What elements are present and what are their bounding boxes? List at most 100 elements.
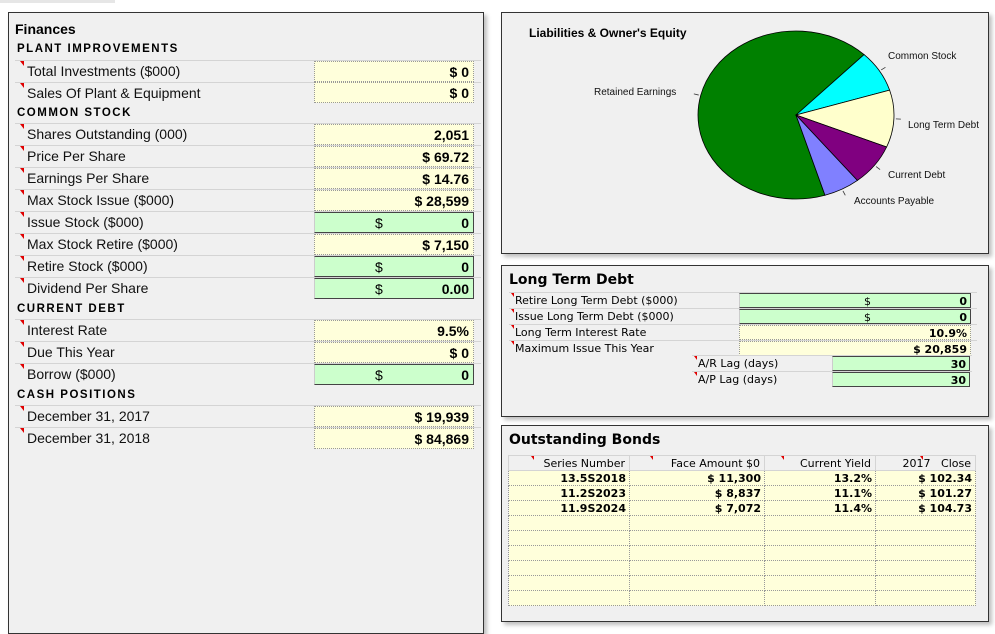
- label-retained-earnings: Retained Earnings: [594, 87, 676, 98]
- bond-cell-face-amount: $ 7,072: [630, 501, 765, 516]
- comment-marker-icon: [920, 456, 923, 460]
- bonds-table: Series Number Face Amount $0 Current Yie…: [508, 455, 976, 606]
- bond-cell-close-price: $ 102.34: [876, 471, 976, 486]
- max-issue-value: $ 20,859: [739, 341, 971, 356]
- bond-cell-current-yield: 13.2%: [765, 471, 876, 486]
- bond-cell-face-amount: [630, 591, 765, 606]
- interest-rate-value: 9.5%: [314, 320, 474, 341]
- header-close: 2017 Close: [876, 456, 976, 471]
- bond-cell-series-number: [509, 561, 630, 576]
- leader-line-accounts-payable: [843, 191, 845, 195]
- comment-marker-icon: [781, 456, 784, 460]
- section-stock: COMMON STOCK: [17, 107, 132, 119]
- bond-cell-close-price: $ 104.73: [876, 501, 976, 516]
- ap-lag-input[interactable]: 30: [832, 372, 970, 387]
- bond-cell-close-price: [876, 531, 976, 546]
- bond-cell-series-number: [509, 546, 630, 561]
- price-per-share-value: $ 69.72: [314, 146, 474, 167]
- bond-row: 11.9S2024$ 7,07211.4%$ 104.73: [509, 501, 976, 516]
- total-investments-value: $ 0: [314, 61, 474, 82]
- bond-cell-face-amount: [630, 531, 765, 546]
- bond-cell-close-price: [876, 516, 976, 531]
- section-current-debt: CURRENT DEBT: [17, 303, 126, 315]
- finances-panel: Finances PLANT IMPROVEMENTS Total Invest…: [8, 12, 484, 634]
- section-plant: PLANT IMPROVEMENTS: [17, 43, 179, 55]
- bond-cell-current-yield: 11.1%: [765, 486, 876, 501]
- max-stock-retire-value: $ 7,150: [314, 234, 474, 255]
- bond-cell-current-yield: [765, 546, 876, 561]
- ltd-rate-value: 10.9%: [739, 325, 971, 340]
- bond-row: [509, 576, 976, 591]
- bond-row: [509, 591, 976, 606]
- bond-row: 13.5S2018$ 11,30013.2%$ 102.34: [509, 471, 976, 486]
- bond-cell-current-yield: [765, 516, 876, 531]
- retire-ltd-input[interactable]: $0: [739, 293, 971, 308]
- long-term-debt-panel: Long Term Debt Retire Long Term Debt ($0…: [501, 265, 989, 417]
- row-retire-ltd: Retire Long Term Debt ($000) $0: [509, 292, 977, 309]
- bonds-title: Outstanding Bonds: [509, 432, 660, 448]
- label-long-term-debt: Long Term Debt: [908, 120, 979, 131]
- header-series-number: Series Number: [509, 456, 630, 471]
- leader-line-current-debt: [876, 167, 880, 170]
- ar-lag-input[interactable]: 30: [832, 356, 970, 371]
- row-ar-lag: A/R Lag (days) 30: [692, 355, 972, 372]
- sales-plant-value: $ 0: [314, 82, 474, 103]
- borrow-input[interactable]: $0: [314, 364, 474, 385]
- shares-outstanding-value: 2,051: [314, 124, 474, 145]
- bond-cell-face-amount: $ 8,837: [630, 486, 765, 501]
- bond-cell-face-amount: [630, 516, 765, 531]
- bond-cell-face-amount: [630, 561, 765, 576]
- issue-stock-input[interactable]: $0: [314, 212, 474, 233]
- bond-cell-series-number: [509, 531, 630, 546]
- pie-chart: [502, 13, 988, 253]
- bond-cell-close-price: [876, 591, 976, 606]
- bond-cell-current-yield: 11.4%: [765, 501, 876, 516]
- dec-2018-value: $ 84,869: [314, 428, 474, 449]
- comment-marker-icon: [650, 456, 653, 460]
- label-common-stock: Common Stock: [888, 51, 956, 62]
- bond-cell-series-number: [509, 591, 630, 606]
- bond-row: [509, 516, 976, 531]
- panel-title: Finances: [15, 21, 76, 37]
- header-face-amount: Face Amount $0: [630, 456, 765, 471]
- ltd-title: Long Term Debt: [509, 272, 634, 288]
- bond-cell-series-number: 11.9S2024: [509, 501, 630, 516]
- label-accounts-payable: Accounts Payable: [854, 196, 934, 207]
- bond-cell-current-yield: [765, 531, 876, 546]
- dec-2017-value: $ 19,939: [314, 406, 474, 427]
- row-ap-lag: A/P Lag (days) 30: [692, 371, 972, 388]
- max-stock-issue-value: $ 28,599: [314, 190, 474, 211]
- bond-cell-series-number: [509, 516, 630, 531]
- bond-cell-close-price: [876, 576, 976, 591]
- issue-ltd-input[interactable]: $0: [739, 309, 971, 324]
- sheet-tab[interactable]: [0, 0, 115, 3]
- comment-marker-icon: [531, 456, 534, 460]
- leader-line-retained-earnings: [694, 94, 699, 95]
- retire-stock-input[interactable]: $0: [314, 256, 474, 277]
- bond-row: [509, 531, 976, 546]
- bond-cell-close-price: $ 101.27: [876, 486, 976, 501]
- header-current-yield: Current Yield: [765, 456, 876, 471]
- bond-row: 11.2S2023$ 8,83711.1%$ 101.27: [509, 486, 976, 501]
- outstanding-bonds-panel: Outstanding Bonds Series Number Face Amo…: [501, 425, 989, 622]
- bond-cell-current-yield: [765, 576, 876, 591]
- due-this-year-value: $ 0: [314, 342, 474, 363]
- bond-row: [509, 561, 976, 576]
- label-current-debt: Current Debt: [888, 170, 945, 181]
- section-cash-positions: CASH POSITIONS: [17, 389, 136, 401]
- dividend-input[interactable]: $0.00: [314, 278, 474, 299]
- bond-cell-face-amount: [630, 546, 765, 561]
- bond-row: [509, 546, 976, 561]
- bond-cell-series-number: 13.5S2018: [509, 471, 630, 486]
- leader-line-common-stock: [881, 67, 885, 70]
- row-ltd-rate: Long Term Interest Rate 10.9%: [509, 324, 977, 341]
- bond-cell-series-number: 11.2S2023: [509, 486, 630, 501]
- bond-cell-close-price: [876, 546, 976, 561]
- bond-cell-series-number: [509, 576, 630, 591]
- chart-panel: Liabilities & Owner's Equity Retained Ea…: [501, 12, 989, 254]
- bond-cell-face-amount: [630, 576, 765, 591]
- bond-cell-current-yield: [765, 561, 876, 576]
- bond-cell-current-yield: [765, 591, 876, 606]
- row-issue-ltd: Issue Long Term Debt ($000) $0: [509, 308, 977, 325]
- eps-value: $ 14.76: [314, 168, 474, 189]
